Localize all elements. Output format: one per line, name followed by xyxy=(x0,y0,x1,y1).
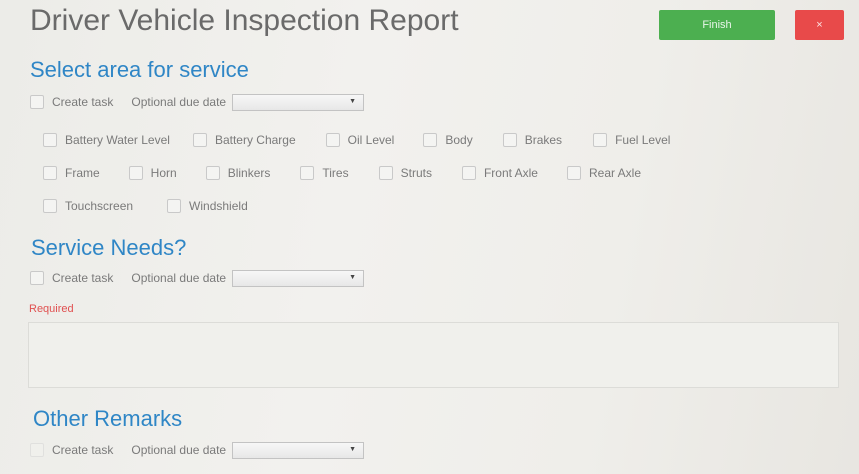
option-rear-axle[interactable]: Rear Axle xyxy=(566,166,642,180)
option-checkbox[interactable] xyxy=(205,166,220,180)
option-tires[interactable]: Tires xyxy=(300,166,349,180)
chevron-down-icon: ▼ xyxy=(349,445,357,453)
option-label: Fuel Level xyxy=(615,133,671,147)
option-battery-charge[interactable]: Battery Charge xyxy=(192,133,296,147)
option-checkbox[interactable] xyxy=(502,133,517,147)
area-options-row-1: Battery Water Level Battery Charge Oil L… xyxy=(43,130,670,150)
option-battery-water-level[interactable]: Battery Water Level xyxy=(43,133,170,147)
option-checkbox[interactable] xyxy=(325,133,340,147)
option-label: Body xyxy=(445,133,473,147)
section-heading-area: Select area for service xyxy=(30,57,249,82)
option-label: Oil Level xyxy=(347,133,395,147)
option-label: Front Axle xyxy=(483,166,538,180)
option-checkbox[interactable] xyxy=(593,133,608,147)
option-checkbox[interactable] xyxy=(43,199,57,213)
area-create-task-label: Create task xyxy=(52,95,114,109)
option-label: Blinkers xyxy=(227,166,271,180)
option-label: Touchscreen xyxy=(65,199,134,213)
option-label: Battery Charge xyxy=(214,133,296,147)
area-due-date-select[interactable]: ▼ xyxy=(232,93,365,111)
chevron-down-icon: ▼ xyxy=(349,273,357,281)
finish-button[interactable]: Finish xyxy=(659,10,775,40)
needs-task-row: Create task Optional due date ▼ xyxy=(30,268,365,288)
area-options-row-3: Touchscreen Windshield xyxy=(43,196,248,216)
remarks-due-date-label: Optional due date xyxy=(131,443,227,457)
option-checkbox[interactable] xyxy=(128,166,143,180)
option-label: Frame xyxy=(65,166,100,180)
area-task-row: Create task Optional due date ▼ xyxy=(30,92,365,112)
option-touchscreen[interactable]: Touchscreen xyxy=(43,199,133,213)
option-checkbox[interactable] xyxy=(300,166,315,180)
remarks-task-row: Create task Optional due date ▼ xyxy=(30,440,365,460)
needs-create-task-checkbox[interactable] xyxy=(30,271,44,285)
option-front-axle[interactable]: Front Axle xyxy=(461,166,538,180)
needs-create-task-label: Create task xyxy=(52,271,114,285)
option-checkbox[interactable] xyxy=(43,133,57,147)
option-label: Brakes xyxy=(524,133,563,147)
area-due-date-label: Optional due date xyxy=(131,95,227,109)
option-checkbox[interactable] xyxy=(378,166,393,180)
option-label: Horn xyxy=(150,166,177,180)
option-checkbox[interactable] xyxy=(566,166,581,180)
page-title: Driver Vehicle Inspection Report xyxy=(30,4,459,37)
required-label: Required xyxy=(29,303,74,315)
remarks-create-task-label: Create task xyxy=(52,443,114,457)
option-checkbox[interactable] xyxy=(192,133,207,147)
option-frame[interactable]: Frame xyxy=(43,166,100,180)
option-label: Tires xyxy=(322,166,349,180)
option-brakes[interactable]: Brakes xyxy=(502,133,563,147)
option-body[interactable]: Body xyxy=(423,133,473,147)
option-label: Windshield xyxy=(189,199,248,213)
close-button[interactable]: × xyxy=(795,10,844,40)
option-fuel-level[interactable]: Fuel Level xyxy=(593,133,670,147)
area-options-row-2: Frame Horn Blinkers Tires Struts Front A… xyxy=(43,163,641,183)
option-label: Battery Water Level xyxy=(65,133,170,147)
option-oil-level[interactable]: Oil Level xyxy=(325,133,395,147)
needs-due-date-label: Optional due date xyxy=(131,271,227,285)
option-checkbox[interactable] xyxy=(43,166,57,180)
option-label: Rear Axle xyxy=(588,166,642,180)
option-checkbox[interactable] xyxy=(167,199,182,213)
option-horn[interactable]: Horn xyxy=(128,166,177,180)
option-checkbox[interactable] xyxy=(461,166,476,180)
service-needs-textarea[interactable] xyxy=(28,322,839,388)
section-heading-needs: Service Needs? xyxy=(31,235,187,260)
section-heading-remarks: Other Remarks xyxy=(33,406,183,431)
remarks-due-date-select[interactable]: ▼ xyxy=(232,441,365,459)
option-checkbox[interactable] xyxy=(423,133,438,147)
chevron-down-icon: ▼ xyxy=(349,97,357,105)
needs-due-date-select[interactable]: ▼ xyxy=(232,269,365,287)
option-label: Struts xyxy=(400,166,432,180)
option-blinkers[interactable]: Blinkers xyxy=(205,166,271,180)
remarks-create-task-checkbox[interactable] xyxy=(30,443,44,457)
option-struts[interactable]: Struts xyxy=(378,166,432,180)
option-windshield[interactable]: Windshield xyxy=(167,199,248,213)
area-create-task-checkbox[interactable] xyxy=(30,95,44,109)
